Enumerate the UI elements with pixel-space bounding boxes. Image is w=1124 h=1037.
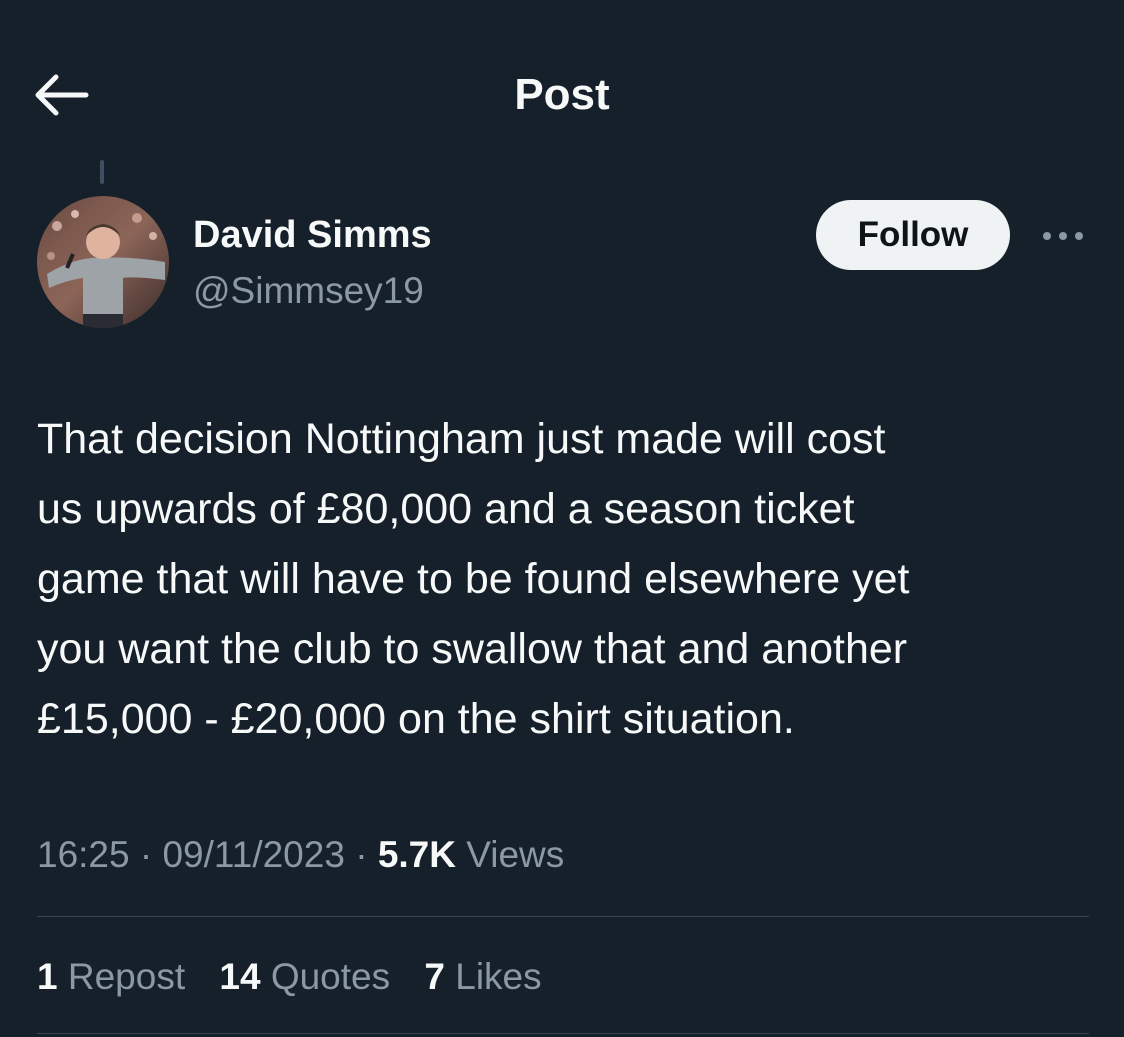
post-text: That decision Nottingham just made will … xyxy=(37,404,1107,754)
post-text-line: £15,000 - £20,000 on the shirt situation… xyxy=(37,695,795,743)
post-text-line: That decision Nottingham just made will … xyxy=(37,415,886,463)
likes-label: Likes xyxy=(455,956,542,997)
reposts-count: 1 xyxy=(37,956,58,997)
quotes-label: Quotes xyxy=(270,956,391,997)
engagement-stats: 1 Repost 14 Quotes 7 Likes xyxy=(37,952,566,1002)
author-display-name[interactable]: David Simms xyxy=(193,212,432,258)
post-text-line: us upwards of £80,000 and a season ticke… xyxy=(37,485,855,533)
reposts-stat[interactable]: 1 Repost xyxy=(37,956,185,997)
post-time[interactable]: 16:25 xyxy=(37,834,130,875)
meta-separator: · xyxy=(355,834,368,875)
quotes-count: 14 xyxy=(219,956,261,997)
likes-count: 7 xyxy=(424,956,445,997)
views-count[interactable]: 5.7K xyxy=(378,834,456,875)
reposts-label: Repost xyxy=(67,956,186,997)
follow-button[interactable]: Follow xyxy=(816,200,1010,270)
likes-stat[interactable]: 7 Likes xyxy=(424,956,541,997)
post-metadata: 16:25 · 09/11/2023 · 5.7K Views xyxy=(37,830,564,880)
avatar[interactable] xyxy=(37,196,169,328)
divider xyxy=(37,1033,1089,1034)
post-text-line: you want the club to swallow that and an… xyxy=(37,625,908,673)
divider xyxy=(37,916,1089,917)
more-horizontal-icon xyxy=(1043,232,1083,240)
page-title: Post xyxy=(514,70,610,119)
quotes-stat[interactable]: 14 Quotes xyxy=(219,956,390,997)
avatar-photo xyxy=(37,196,169,328)
post-date[interactable]: 09/11/2023 xyxy=(162,834,344,875)
author-handle[interactable]: @Simmsey19 xyxy=(193,268,424,314)
top-bar: Post xyxy=(0,0,1124,190)
meta-separator: · xyxy=(139,834,153,875)
thread-connector-line xyxy=(100,160,104,184)
views-label: Views xyxy=(466,834,565,875)
post-text-line: game that will have to be found elsewher… xyxy=(37,555,910,603)
more-options-button[interactable] xyxy=(1038,222,1088,250)
